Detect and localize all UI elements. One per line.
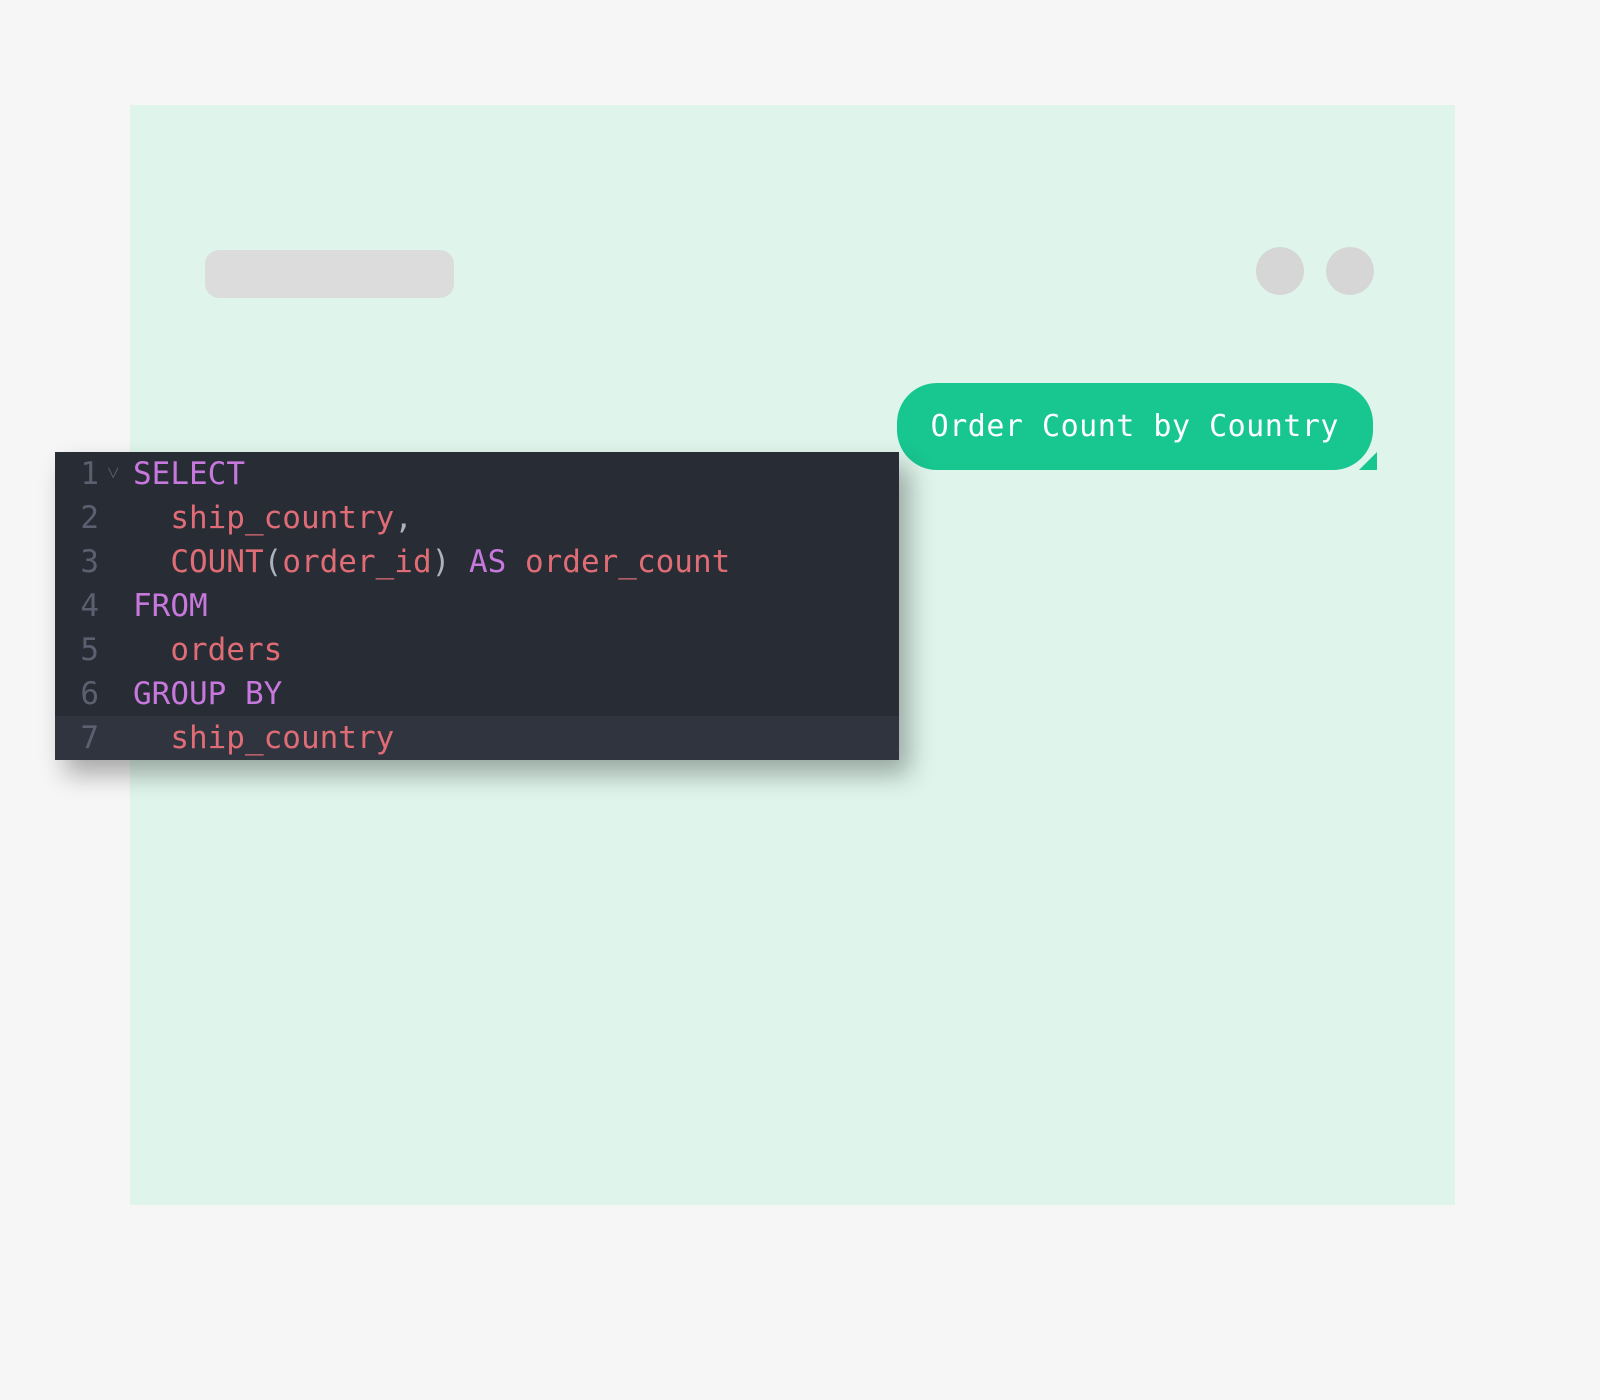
line-number: 5 [55,628,103,672]
line-number: 2 [55,496,103,540]
code-content: FROM [133,584,208,628]
code-content: SELECT [133,452,245,496]
code-line[interactable]: 2 ship_country, [55,496,899,540]
line-number: 3 [55,540,103,584]
user-message-bubble: Order Count by Country [897,383,1373,470]
code-line[interactable]: 1˅SELECT [55,452,899,496]
line-number: 4 [55,584,103,628]
code-content: COUNT(order_id) AS order_count [133,540,730,584]
fold-gutter[interactable]: ˅ [103,458,133,489]
code-content: ship_country, [133,496,413,540]
line-number: 6 [55,672,103,716]
header-action-1[interactable] [1256,247,1304,295]
code-content: ship_country [133,716,394,760]
header-action-2[interactable] [1326,247,1374,295]
code-content: GROUP BY [133,672,282,716]
line-number: 7 [55,716,103,760]
code-content: orders [133,628,282,672]
title-placeholder [205,250,454,298]
sql-code-block[interactable]: 1˅SELECT2ship_country,3COUNT(order_id) A… [55,452,899,760]
code-line[interactable]: 5 orders [55,628,899,672]
header-actions [1256,247,1374,295]
user-message-text: Order Count by Country [931,409,1339,444]
code-line[interactable]: 4 FROM [55,584,899,628]
code-line[interactable]: 3 COUNT(order_id) AS order_count [55,540,899,584]
code-line[interactable]: 7 ship_country [55,716,899,760]
code-line[interactable]: 6 GROUP BY [55,672,899,716]
line-number: 1 [55,452,103,496]
